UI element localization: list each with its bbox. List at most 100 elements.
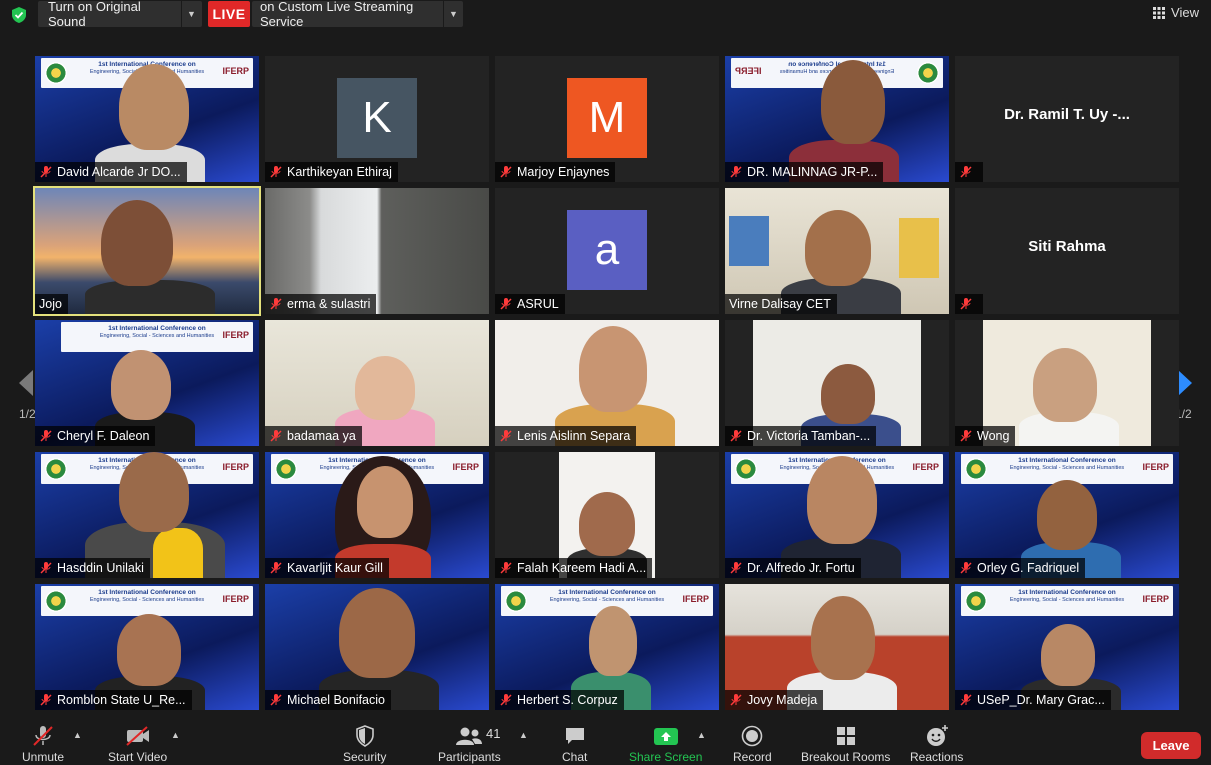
banner-title: 1st International Conference on xyxy=(1018,589,1116,596)
original-sound-button[interactable]: Turn on Original Sound ▼ xyxy=(38,0,202,29)
record-icon xyxy=(742,725,763,747)
participant-namebar: Marjoy Enjaynes xyxy=(495,162,616,182)
participant-tile[interactable]: 1st International Conference on Engineer… xyxy=(725,56,949,182)
share-screen-button[interactable]: Share Screen xyxy=(629,724,702,764)
record-button[interactable]: Record xyxy=(733,724,772,764)
conference-banner: 1st International Conference on Engineer… xyxy=(961,586,1173,616)
chat-bubble-icon xyxy=(565,728,584,744)
participant-tile[interactable]: Michael Bonifacio xyxy=(265,584,489,710)
participant-tile[interactable]: 1st International Conference on Engineer… xyxy=(725,452,949,578)
banner-subtitle: Engineering, Social - Sciences and Human… xyxy=(1009,597,1125,603)
participant-name: Falah Kareem Hadi A... xyxy=(517,561,647,575)
participant-face xyxy=(579,492,635,556)
mic-muted-icon xyxy=(270,298,282,310)
participant-name: Karthikeyan Ethiraj xyxy=(287,165,392,179)
participant-face xyxy=(589,606,637,676)
participant-tile[interactable]: erma & sulastri xyxy=(265,188,489,314)
unmute-button[interactable]: Unmute xyxy=(22,724,64,764)
participant-tile[interactable]: Virne Dalisay CET xyxy=(725,188,949,314)
participant-namebar: Dr. Alfredo Jr. Fortu xyxy=(725,558,861,578)
participant-tile[interactable]: K Karthikeyan Ethiraj xyxy=(265,56,489,182)
mic-muted-icon xyxy=(960,562,972,574)
participant-tile[interactable]: 1st International Conference on Engineer… xyxy=(35,320,259,446)
participant-name: Marjoy Enjaynes xyxy=(517,165,610,179)
participant-face xyxy=(1037,480,1097,550)
mic-muted-icon xyxy=(500,430,512,442)
meeting-toolbar: Unmute ▲ Start Video ▲ Security Particip… xyxy=(0,718,1211,765)
mic-muted-icon xyxy=(730,430,742,442)
participant-tile[interactable]: Dr. Ramil T. Uy -... xyxy=(955,56,1179,182)
participant-namebar: DR. MALINNAG JR-P... xyxy=(725,162,884,182)
iferp-logo: IFERP xyxy=(1142,462,1169,472)
participants-options-caret-icon[interactable]: ▲ xyxy=(519,730,528,740)
participants-icon xyxy=(456,727,483,745)
breakout-rooms-button[interactable]: Breakout Rooms xyxy=(801,724,890,764)
start-video-button[interactable]: Start Video xyxy=(108,724,167,764)
mic-muted-icon xyxy=(270,430,282,442)
banner-title: 1st International Conference on xyxy=(1018,457,1116,464)
participant-name: Virne Dalisay CET xyxy=(729,297,831,311)
participants-count: 41 xyxy=(486,726,501,741)
participant-name: Michael Bonifacio xyxy=(287,693,385,707)
participant-name: badamaa ya xyxy=(287,429,356,443)
participant-tile[interactable]: Siti Rahma xyxy=(955,188,1179,314)
wall-poster xyxy=(899,218,939,278)
participant-tile[interactable]: Jovy Madeja xyxy=(725,584,949,710)
participant-tile[interactable]: 1st International Conference on Engineer… xyxy=(955,584,1179,710)
live-stream-menu-button[interactable]: on Custom Live Streaming Service ▼ xyxy=(252,0,463,29)
participant-name: Jovy Madeja xyxy=(747,693,818,707)
participant-tile[interactable]: badamaa ya xyxy=(265,320,489,446)
leave-button[interactable]: Leave xyxy=(1141,732,1201,759)
active-speaker-tile[interactable]: Jojo xyxy=(33,186,261,316)
participant-tile[interactable]: 1st International Conference on Engineer… xyxy=(35,452,259,578)
participant-tile[interactable]: Dr. Victoria Tamban-... xyxy=(725,320,949,446)
audio-options-caret-icon[interactable]: ▲ xyxy=(73,730,82,740)
participant-tile[interactable]: Wong xyxy=(955,320,1179,446)
security-button[interactable]: Security xyxy=(343,724,386,764)
conference-banner: 1st International Conference on Engineer… xyxy=(41,586,253,616)
participant-tile[interactable]: 1st International Conference on Engineer… xyxy=(35,584,259,710)
chevron-down-icon[interactable]: ▼ xyxy=(443,1,463,27)
participant-namebar: Wong xyxy=(955,426,1016,446)
start-video-label: Start Video xyxy=(108,750,168,764)
participant-tile[interactable]: 1st International Conference on Engineer… xyxy=(35,56,259,182)
participant-name: ASRUL xyxy=(517,297,559,311)
participant-face xyxy=(1041,624,1095,686)
breakout-rooms-icon xyxy=(836,727,855,745)
participant-face xyxy=(811,596,875,680)
avatar: a xyxy=(567,210,647,290)
participant-name: Hasddin Unilaki xyxy=(57,561,144,575)
participant-name: USeP_Dr. Mary Grac... xyxy=(977,693,1105,707)
mic-muted-icon xyxy=(500,694,512,706)
participant-name: Jojo xyxy=(39,297,62,311)
participant-tile[interactable]: 1st International Conference on Engineer… xyxy=(495,584,719,710)
iferp-logo: IFERP xyxy=(682,594,709,604)
participant-face xyxy=(111,350,171,420)
participant-tile[interactable]: a ASRUL xyxy=(495,188,719,314)
participant-namebar: Cheryl F. Daleon xyxy=(35,426,156,446)
share-screen-icon xyxy=(653,728,678,745)
participant-tile[interactable]: 1st International Conference on Engineer… xyxy=(955,452,1179,578)
participant-tile[interactable]: 1st International Conference on Engineer… xyxy=(265,452,489,578)
participant-tile[interactable]: Falah Kareem Hadi A... xyxy=(495,452,719,578)
participant-tile[interactable]: M Marjoy Enjaynes xyxy=(495,56,719,182)
avatar: M xyxy=(567,78,647,158)
chevron-down-icon[interactable]: ▼ xyxy=(181,1,201,27)
view-button[interactable]: View xyxy=(1153,5,1199,20)
participant-tile[interactable]: Lenis Aislinn Separa xyxy=(495,320,719,446)
video-options-caret-icon[interactable]: ▲ xyxy=(171,730,180,740)
participant-shirt xyxy=(153,528,203,578)
page-indicator-left: 1/2 xyxy=(19,407,36,421)
video-camera-off-icon xyxy=(125,726,149,746)
participant-namebar: David Alcarde Jr DO... xyxy=(35,162,187,182)
mic-muted-icon xyxy=(270,694,282,706)
reactions-button[interactable]: Reactions xyxy=(910,724,963,764)
share-options-caret-icon[interactable]: ▲ xyxy=(697,730,706,740)
chat-button[interactable]: Chat xyxy=(562,724,587,764)
participant-name: David Alcarde Jr DO... xyxy=(57,165,181,179)
view-label: View xyxy=(1171,5,1199,20)
unmute-label: Unmute xyxy=(22,750,65,764)
participant-namebar xyxy=(955,294,983,314)
participant-face xyxy=(119,64,189,150)
participant-name: Orley G. Fadriquel xyxy=(977,561,1080,575)
